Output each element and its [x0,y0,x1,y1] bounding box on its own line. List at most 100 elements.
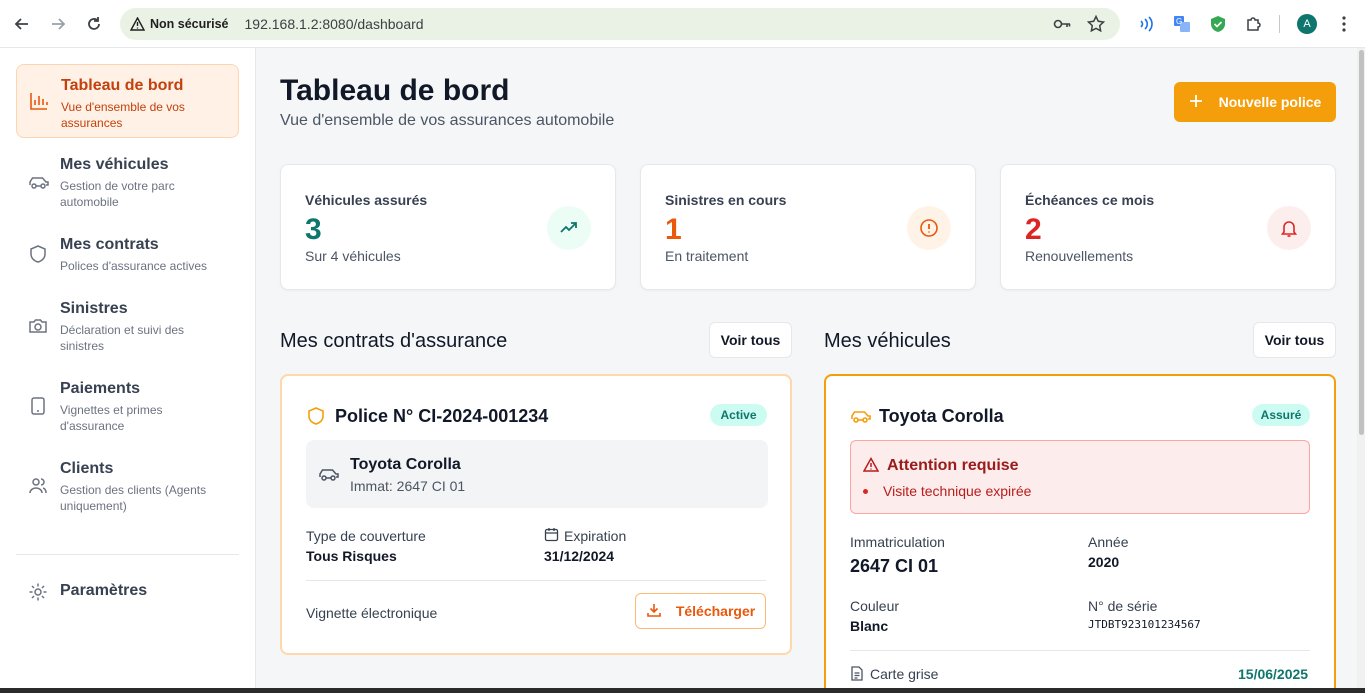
sidebar-item-clients[interactable]: Clients Gestion des clients (Agents uniq… [16,450,239,522]
download-button[interactable]: Télécharger [635,593,766,629]
year-value: 2020 [1088,554,1120,570]
profile-avatar[interactable]: A [1297,14,1317,34]
divider [306,580,766,581]
sidebar-item-settings[interactable]: Paramètres [16,572,239,612]
registration-date: 15/06/2025 [1238,666,1309,682]
reload-icon[interactable] [82,12,106,36]
sidebar-item-contracts[interactable]: Mes contrats Polices d'assurance actives [16,226,239,282]
contracts-section-title: Mes contrats d'assurance [280,330,508,352]
sidebar-item-desc: Vue d'ensemble de vos assurances [61,100,185,130]
security-indicator[interactable]: Non sécurisé [130,12,239,36]
vehicle-plate: Immat: 2647 CI 01 [350,478,466,494]
expiration-value: 31/12/2024 [544,548,615,564]
scrollbar-thumb[interactable] [1359,50,1364,435]
kebab-menu-icon[interactable] [1332,12,1356,36]
sidebar-item-desc: Gestion des clients (Agents uniquement) [60,483,207,513]
sidebar-item-desc: Déclaration et suivi des sinistres [60,323,185,353]
car-icon [318,464,339,484]
document-icon [850,666,864,686]
forward-icon[interactable] [46,12,70,36]
sidebar-divider [16,554,239,555]
attention-alert: Attention requise Visite technique expir… [850,440,1310,514]
camera-icon [28,316,48,336]
stat-label: Échéances ce mois [1025,192,1155,208]
status-badge: Active [710,404,767,426]
see-all-vehicles-button[interactable]: Voir tous [1253,322,1336,358]
page-subtitle: Vue d'ensemble de vos assurances automob… [280,112,615,129]
translate-icon[interactable]: G [1170,12,1194,36]
sidebar-item-title: Mes véhicules [60,156,169,173]
svg-text:G: G [1176,17,1182,26]
sidebar-item-payments[interactable]: Paiements Vignettes et primes d'assuranc… [16,370,239,442]
new-policy-button[interactable]: Nouvelle police [1174,82,1336,122]
url-text[interactable]: 192.168.1.2:8080/dashboard [245,16,424,32]
stat-card-ongoing-claims: Sinistres en cours 1 En traitement [640,164,976,290]
status-badge: Assuré [1252,404,1310,426]
car-icon [850,406,871,426]
vignette-label: Vignette électronique [306,605,438,621]
download-icon [646,602,662,621]
download-label: Télécharger [675,603,756,619]
trending-up-icon [547,206,591,250]
warning-icon [130,17,145,31]
taskbar-edge [0,688,1365,693]
calendar-icon [544,527,559,547]
back-icon[interactable] [10,12,34,36]
stat-value: 3 [305,213,322,246]
vehicles-section-title: Mes véhicules [824,330,951,352]
stat-value: 2 [1025,213,1042,246]
policy-number: Police N° CI-2024-001234 [335,406,549,426]
color-value: Blanc [850,618,889,634]
sidebar-item-dashboard[interactable]: Tableau de bord Vue d'ensemble de vos as… [16,64,239,138]
bell-icon [1267,206,1311,250]
new-policy-label: Nouvelle police [1218,94,1322,110]
stat-sub: En traitement [665,248,749,264]
coverage-value: Tous Risques [306,548,397,564]
sidebar-item-desc: Gestion de votre parc automobile [60,179,175,209]
see-all-contracts-button[interactable]: Voir tous [709,322,792,358]
registration-label: Carte grise [870,666,939,682]
sidebar-item-claims[interactable]: Sinistres Déclaration et suivi des sinis… [16,290,239,362]
sidebar: Tableau de bord Vue d'ensemble de vos as… [0,48,256,693]
sidebar-item-vehicles[interactable]: Mes véhicules Gestion de votre parc auto… [16,146,239,218]
vehicle-name: Toyota Corolla [350,456,461,473]
expiration-label: Expiration [564,528,627,544]
alert-title: Attention requise [887,457,1019,474]
serial-value: JTDBT923101234567 [1088,618,1201,631]
alert-circle-icon [907,206,951,250]
plus-icon [1189,94,1203,111]
sidebar-item-desc: Polices d'assurance actives [60,259,208,273]
divider [850,650,1310,651]
shield-check-extension-icon[interactable] [1206,12,1230,36]
bar-chart-icon [29,91,49,111]
users-icon [28,476,48,496]
vehicle-card[interactable]: Toyota Corolla Assuré Attention requise … [824,374,1336,693]
extension-wave-icon[interactable] [1134,12,1158,36]
stat-label: Véhicules assurés [305,192,428,208]
security-label: Non sécurisé [150,17,229,31]
sidebar-item-desc: Vignettes et primes d'assurance [60,403,163,433]
key-icon[interactable] [1052,14,1072,39]
star-icon[interactable] [1086,14,1106,39]
sidebar-item-title: Tableau de bord [61,77,184,94]
coverage-label: Type de couverture [306,528,426,544]
color-label: Couleur [850,598,900,614]
vehicle-title: Toyota Corolla [879,406,1004,426]
warning-icon [862,456,880,478]
sidebar-settings-label: Paramètres [60,582,148,599]
address-bar[interactable]: Non sécurisé 192.168.1.2:8080/dashboard [120,8,1120,40]
stat-sub: Sur 4 véhicules [305,248,401,264]
stat-card-insured-vehicles: Véhicules assurés 3 Sur 4 véhicules [280,164,616,290]
stat-value: 1 [665,213,682,246]
sidebar-item-title: Sinistres [60,300,128,317]
phone-icon [28,396,48,416]
puzzle-icon[interactable] [1242,12,1266,36]
stat-card-due-dates: Échéances ce mois 2 Renouvellements [1000,164,1336,290]
gear-icon [28,582,48,602]
sidebar-item-title: Mes contrats [60,236,159,253]
shield-icon [306,406,326,426]
serial-label: N° de série [1088,598,1158,614]
contract-card[interactable]: Police N° CI-2024-001234 Active Toyota C… [280,374,792,655]
plate-label: Immatriculation [850,534,945,550]
policy-vehicle-box: Toyota Corolla Immat: 2647 CI 01 [306,440,768,508]
